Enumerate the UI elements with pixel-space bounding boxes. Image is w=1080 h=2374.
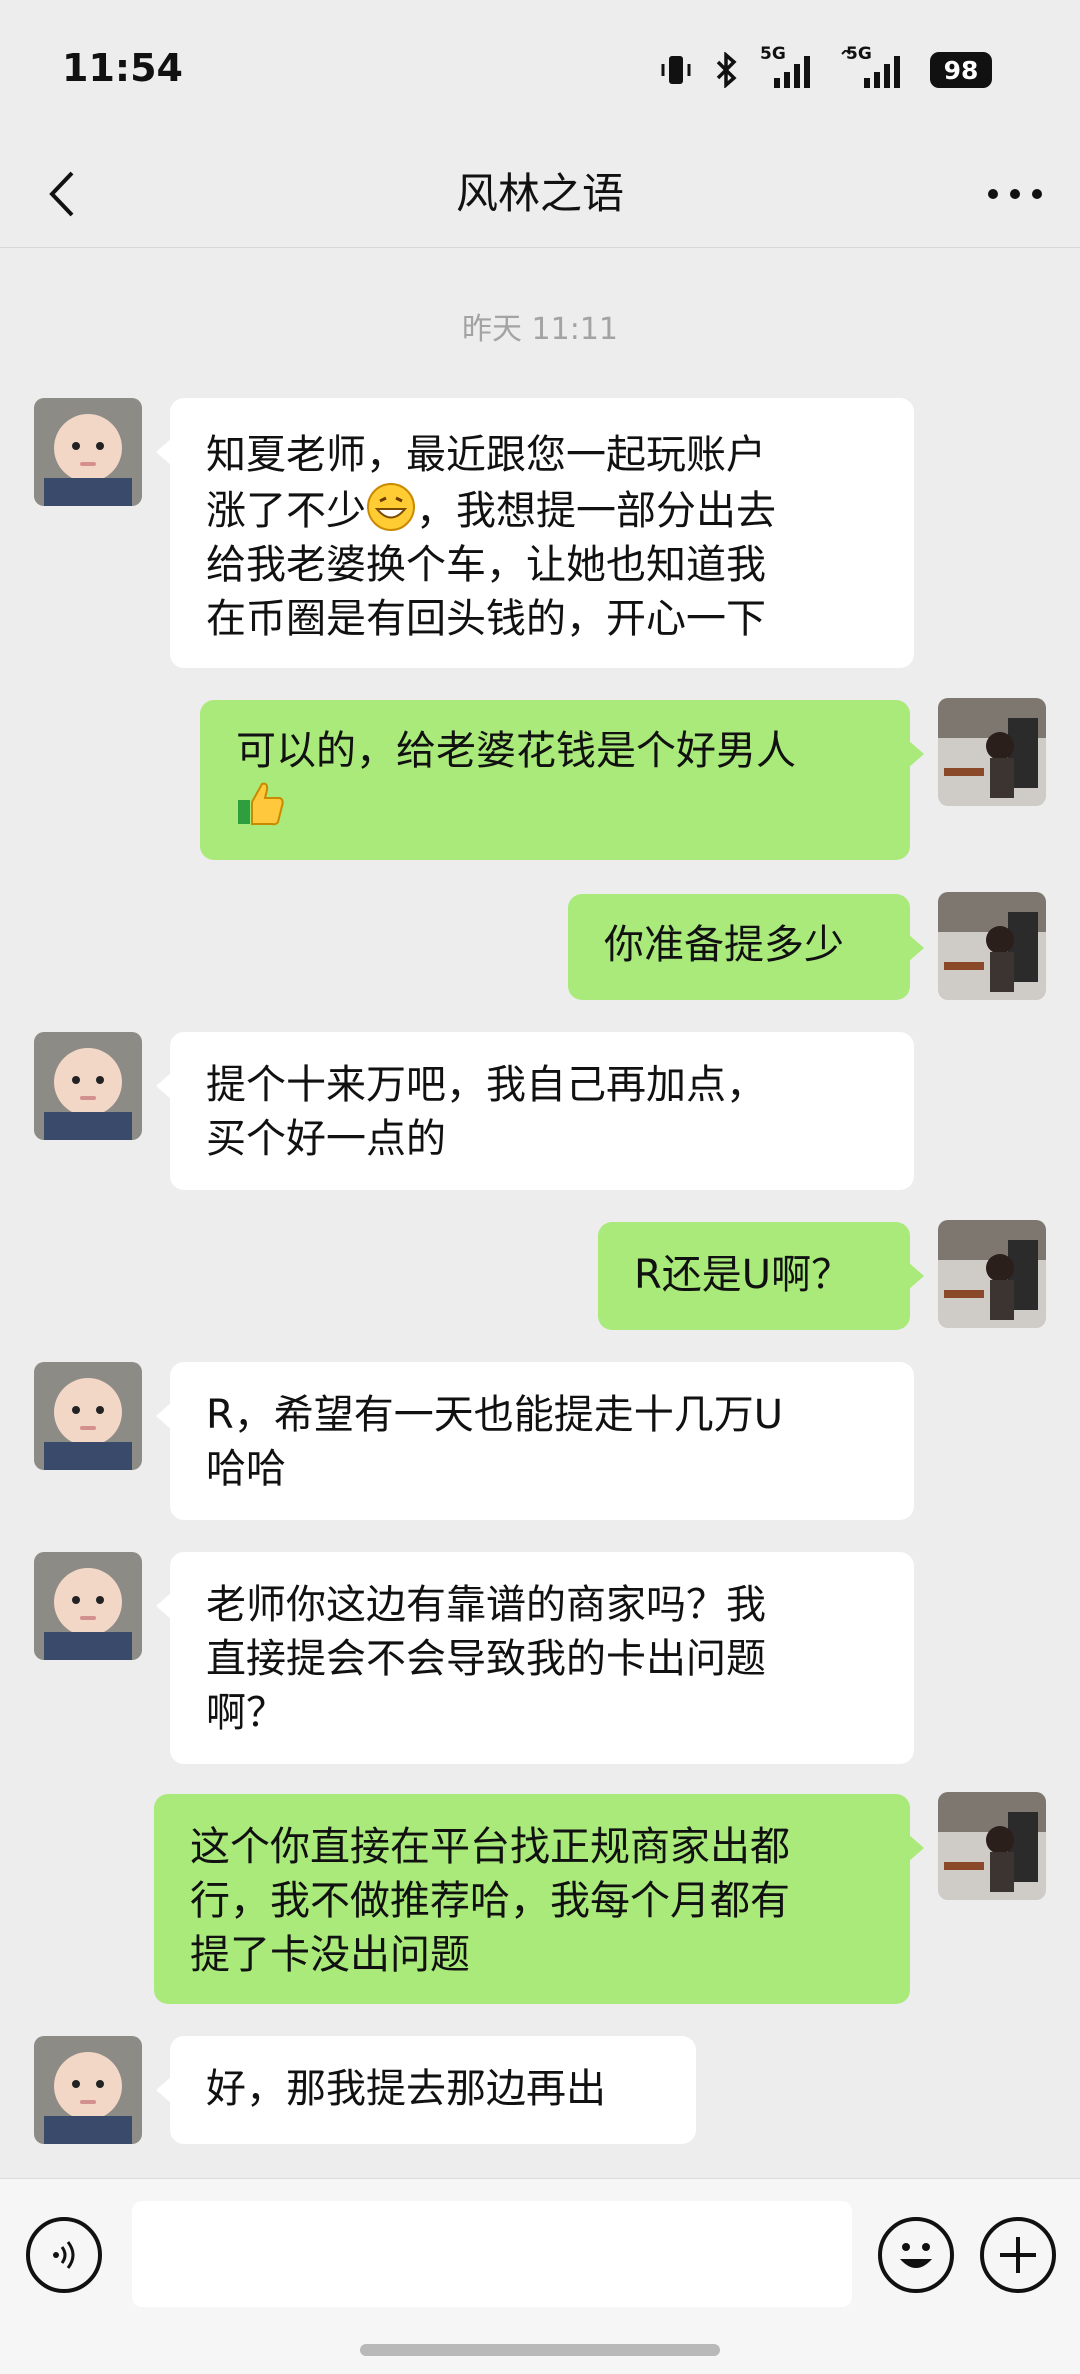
my-avatar[interactable] — [938, 892, 1046, 1000]
signal-5g-icon-2: 5G — [840, 44, 910, 90]
message-text-line: 行，我不做推荐哈，我每个月都有 — [190, 1878, 790, 1924]
contact-avatar[interactable] — [34, 1362, 142, 1470]
signal-5g-icon: 5G — [760, 44, 820, 90]
more-actions-button[interactable] — [980, 2217, 1056, 2293]
message-text-line: 直接提会不会导致我的卡出问题 — [206, 1636, 766, 1682]
my-avatar[interactable] — [938, 698, 1046, 806]
plus-icon — [1000, 2237, 1036, 2273]
message-bubble[interactable]: R，希望有一天也能提走十几万U 哈哈 — [156, 1362, 914, 1520]
contact-avatar[interactable] — [34, 1552, 142, 1660]
message-emoji-line — [236, 778, 874, 834]
voice-button[interactable] — [26, 2217, 102, 2293]
message-text-line: 知夏老师，最近跟您一起玩账户 — [206, 432, 766, 478]
message-text-line: R，希望有一天也能提走十几万U — [206, 1392, 784, 1438]
contact-avatar[interactable] — [34, 2036, 142, 2144]
message-text-line: 在币圈是有回头钱的，开心一下 — [206, 596, 766, 642]
message-bubble[interactable]: R还是U啊？ — [598, 1222, 924, 1330]
bluetooth-icon — [716, 52, 737, 88]
message-text-line: 给我老婆换个车，让她也知道我 — [206, 542, 766, 588]
message-text-line: 啊？ — [206, 1690, 286, 1736]
message-text-line: 哈哈 — [206, 1446, 286, 1492]
more-button[interactable] — [980, 162, 1050, 226]
message-text-line: 买个好一点的 — [206, 1116, 446, 1162]
thumbs-up-icon — [238, 782, 284, 826]
chat-title: 风林之语 — [455, 169, 624, 218]
message-text-line: 你准备提多少 — [604, 922, 844, 968]
message-bubble[interactable]: 好，那我提去那边再出 — [156, 2036, 696, 2144]
chat-header: 风林之语 — [0, 140, 1080, 248]
message-input[interactable] — [132, 2201, 852, 2307]
message-bubble[interactable]: 老师你这边有靠谱的商家吗？我 直接提会不会导致我的卡出问题 啊？ — [156, 1552, 914, 1764]
message-bubble[interactable]: 可以的，给老婆花钱是个好男人 — [200, 700, 924, 860]
contact-avatar[interactable] — [34, 398, 142, 506]
status-bar: 11:54 5G 5G 98 — [0, 0, 1080, 140]
vibrate-icon — [661, 56, 691, 84]
message-bubble[interactable]: 知夏老师，最近跟您一起玩账户 涨了不少 ，我想提一部分出去 给我老婆换个车，让她也… — [156, 398, 914, 668]
message-bubble[interactable]: 提个十来万吧，我自己再加点， 买个好一点的 — [156, 1032, 914, 1190]
contact-avatar[interactable] — [34, 1032, 142, 1140]
status-icons: 5G 5G 98 — [658, 44, 992, 90]
my-avatar[interactable] — [938, 1792, 1046, 1900]
my-avatar[interactable] — [938, 1220, 1046, 1328]
message-text-line: 可以的，给老婆花钱是个好男人 — [236, 728, 796, 774]
message-bubble[interactable]: 这个你直接在平台找正规商家出都 行，我不做推荐哈，我每个月都有 提了卡没出问题 — [154, 1794, 924, 2004]
message-text-line: 老师你这边有靠谱的商家吗？我 — [206, 1582, 766, 1628]
grin-emoji-icon — [367, 483, 415, 531]
message-bubble[interactable]: 你准备提多少 — [568, 894, 924, 1000]
emoji-button[interactable] — [878, 2217, 954, 2293]
battery-indicator: 98 — [930, 52, 992, 88]
message-text-line: 这个你直接在平台找正规商家出都 — [190, 1824, 790, 1870]
voice-icon — [53, 2241, 75, 2269]
message-text-line: 提个十来万吧，我自己再加点， — [206, 1062, 766, 1108]
message-text-line: 好，那我提去那边再出 — [206, 2066, 606, 2112]
message-text-line: 涨了不少 ，我想提一部分出去 — [206, 482, 878, 538]
message-timestamp: 昨天 11:11 — [462, 312, 618, 347]
emoji-icon — [900, 2243, 932, 2268]
message-text-line: 提了卡没出问题 — [190, 1932, 470, 1978]
status-time: 11:54 — [62, 46, 183, 90]
message-text-line: R还是U啊？ — [634, 1252, 852, 1298]
more-dots-icon — [988, 189, 1042, 199]
home-indicator[interactable] — [360, 2344, 720, 2356]
